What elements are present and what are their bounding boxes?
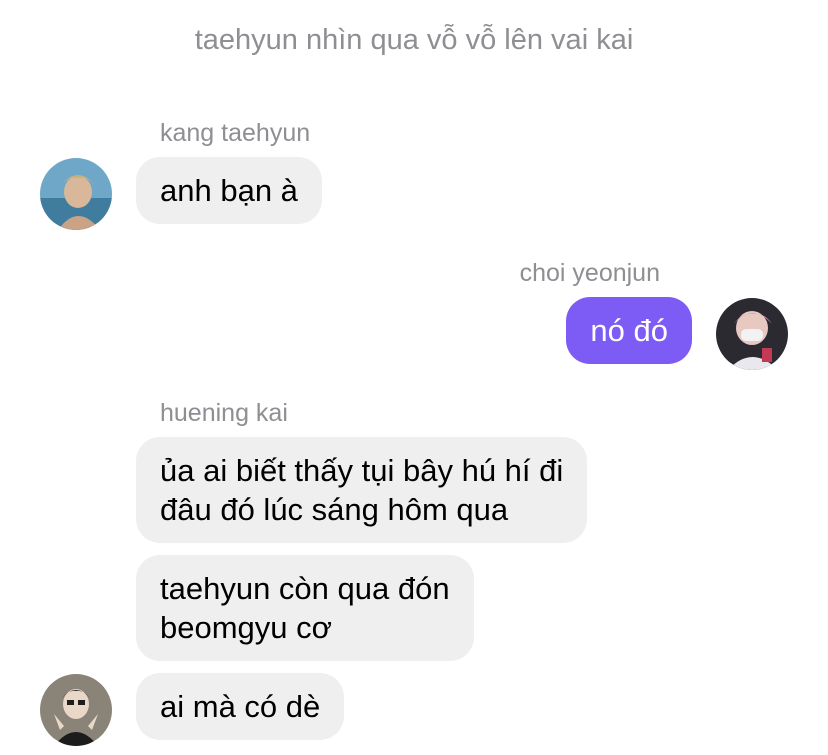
message-bubble[interactable]: ủa ai biết thấy tụi bây hú hí đi đâu đó … xyxy=(136,437,588,543)
system-message: taehyun nhìn qua vỗ vỗ lên vai kai xyxy=(194,24,634,56)
message-bubble-outgoing[interactable]: nó đó xyxy=(566,297,692,364)
message-text-line: ủa ai biết thấy tụi bây hú hí đi xyxy=(160,453,564,488)
message-text: nó đó xyxy=(590,313,668,348)
avatar-kai-icon[interactable] xyxy=(40,674,112,746)
message-text-line: beomgyu cơ xyxy=(160,610,332,645)
avatar-yeonjun-icon[interactable] xyxy=(716,298,788,370)
message-text-line: taehyun còn qua đón xyxy=(160,571,450,606)
sender-name-taehyun: kang taehyun xyxy=(160,119,311,147)
message-text: ai mà có dè xyxy=(160,689,321,724)
message-bubble[interactable]: taehyun còn qua đón beomgyu cơ xyxy=(136,555,474,661)
message-text-line: đâu đó lúc sáng hôm qua xyxy=(160,492,509,527)
message-bubble[interactable]: ai mà có dè xyxy=(136,673,345,740)
avatar-taehyun-icon[interactable] xyxy=(40,158,112,230)
sender-name-kai: huening kai xyxy=(160,399,288,427)
message-text: anh bạn à xyxy=(160,173,298,208)
message-bubble[interactable]: anh bạn à xyxy=(136,157,322,224)
sender-name-yeonjun: choi yeonjun xyxy=(519,259,660,287)
